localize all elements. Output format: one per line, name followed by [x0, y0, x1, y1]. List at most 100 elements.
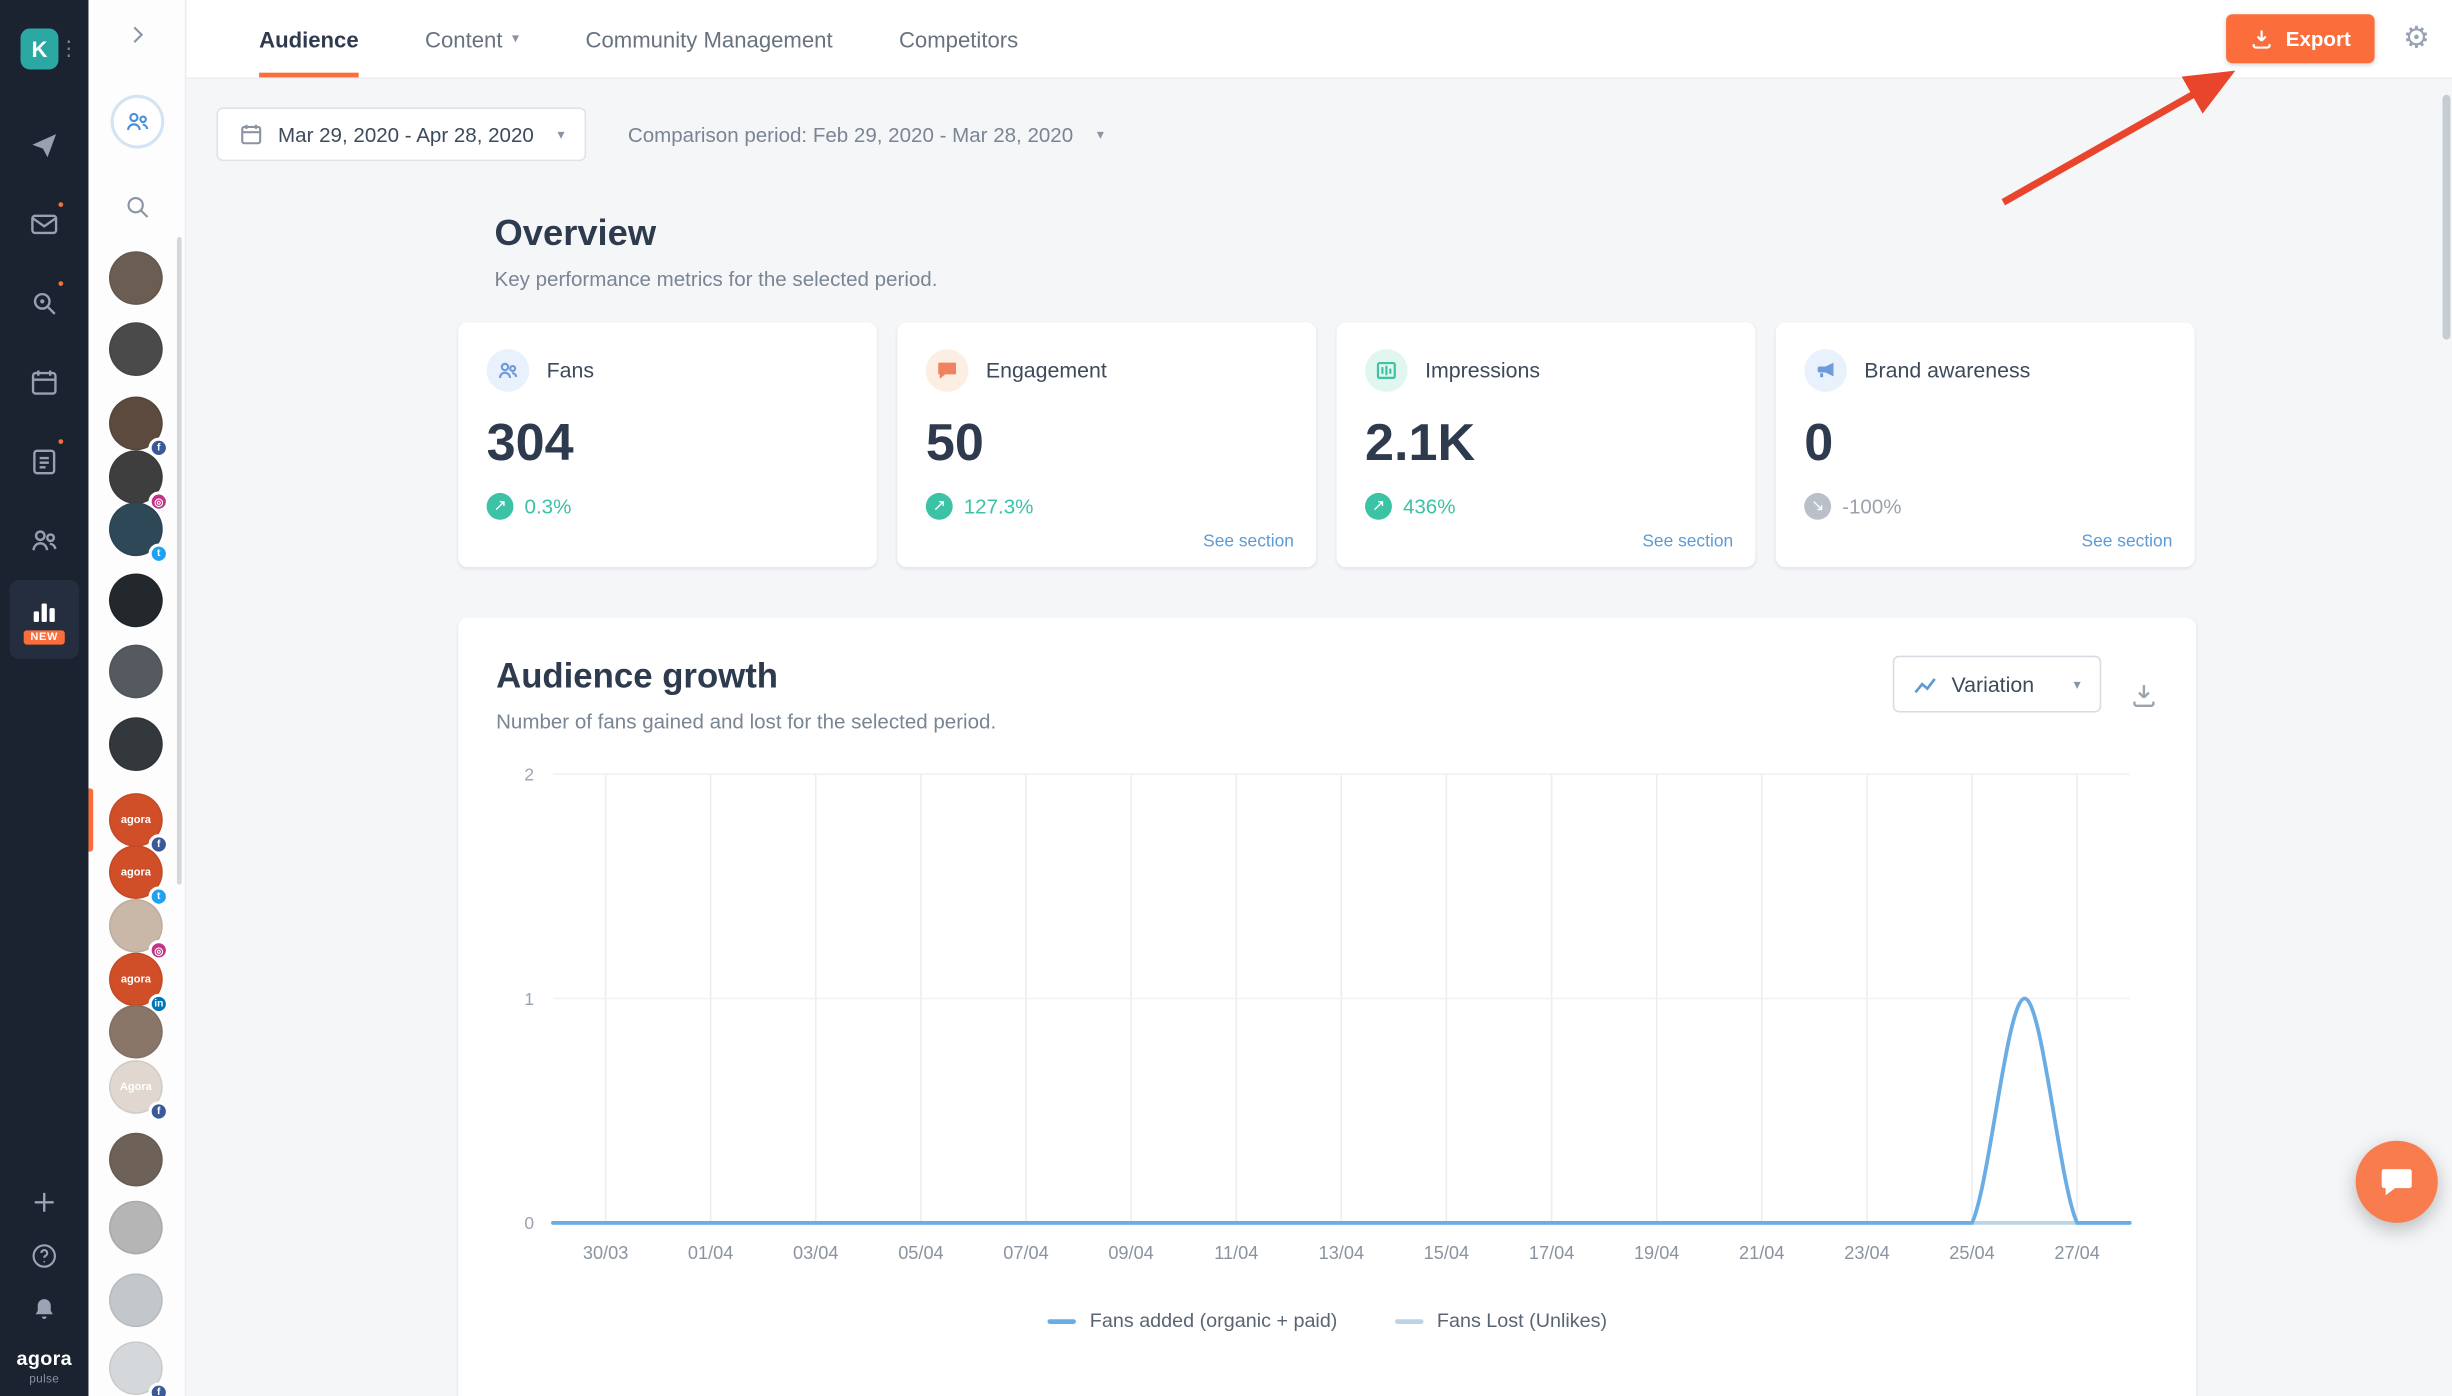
page-scroll-area: Mar 29, 2020 - Apr 28, 2020 ▾ Comparison… — [186, 79, 2452, 1396]
impressions-icon — [1365, 349, 1408, 392]
variation-dropdown[interactable]: Variation ▾ — [1893, 656, 2101, 713]
profile-avatar[interactable]: ◎ — [109, 450, 166, 507]
sidebar-item-calendar[interactable] — [9, 343, 79, 422]
metric-value: 2.1K — [1365, 412, 1727, 472]
metric-value: 50 — [926, 412, 1288, 472]
legend-swatch — [1394, 1318, 1422, 1323]
workspace-header: K ⋮ — [0, 0, 88, 71]
sidebar-item-listening[interactable] — [9, 264, 79, 343]
svg-text:2: 2 — [524, 764, 534, 784]
audience-growth-header: Audience growth Number of fans gained an… — [496, 656, 2158, 733]
see-section-link[interactable]: See section — [1642, 532, 1733, 551]
card-header: Impressions — [1365, 349, 1727, 392]
help-icon[interactable] — [30, 1242, 58, 1270]
tab-audience[interactable]: Audience — [259, 0, 359, 77]
profile-avatar[interactable] — [109, 1201, 166, 1258]
profile-avatar[interactable]: f — [109, 397, 166, 454]
trend-up-icon: ↗ — [926, 493, 953, 520]
audience-growth-title: Audience growth — [496, 656, 996, 697]
svg-text:13/04: 13/04 — [1319, 1243, 1364, 1263]
sidebar-item-inbox[interactable] — [9, 185, 79, 264]
see-section-link[interactable]: See section — [2082, 532, 2173, 551]
add-icon[interactable] — [30, 1188, 58, 1216]
profile-avatar[interactable]: agorat — [109, 845, 166, 902]
settings-gear-icon[interactable]: ⚙ — [2403, 24, 2430, 54]
audience-growth-chart: 30/0301/0403/0405/0407/0409/0411/0413/04… — [496, 758, 2158, 1283]
legend-item[interactable]: Fans added (organic + paid) — [1047, 1310, 1337, 1332]
svg-text:19/04: 19/04 — [1634, 1243, 1679, 1263]
profile-search-icon[interactable] — [88, 193, 186, 221]
export-button[interactable]: Export — [2226, 14, 2375, 63]
profile-avatar[interactable] — [109, 717, 166, 774]
notification-dot — [55, 278, 66, 289]
card-header: Brand awareness — [1804, 349, 2166, 392]
metric-label: Brand awareness — [1864, 359, 2030, 383]
svg-text:03/04: 03/04 — [793, 1243, 838, 1263]
metric-delta: ↗436% — [1365, 493, 1727, 520]
profile-avatar[interactable] — [109, 251, 166, 308]
svg-text:05/04: 05/04 — [898, 1243, 943, 1263]
avatar — [109, 717, 163, 771]
profile-avatar[interactable]: agoraf — [109, 793, 166, 850]
profile-avatar[interactable]: agorain — [109, 953, 166, 1010]
profile-avatar[interactable] — [109, 322, 166, 379]
profile-avatar[interactable]: f — [109, 1341, 166, 1396]
avatar — [109, 645, 163, 699]
svg-text:01/04: 01/04 — [688, 1243, 733, 1263]
profile-avatar[interactable] — [109, 574, 166, 631]
download-icon — [2249, 27, 2273, 51]
svg-text:17/04: 17/04 — [1529, 1243, 1574, 1263]
sidebar-item-fans[interactable] — [9, 501, 79, 580]
organization-button[interactable] — [111, 95, 165, 149]
sidebar-item-stats[interactable]: NEW — [9, 580, 79, 659]
workspace-avatar[interactable]: K — [21, 28, 59, 69]
date-range-picker[interactable]: Mar 29, 2020 - Apr 28, 2020 ▾ — [216, 107, 586, 161]
tab-community-management[interactable]: Community Management — [586, 0, 833, 77]
avatar — [109, 574, 163, 628]
primary-sidebar-items: NEW — [9, 106, 79, 659]
legend-swatch — [1047, 1318, 1075, 1323]
page-scrollbar-thumb[interactable] — [2443, 95, 2451, 340]
profile-avatar[interactable]: ◎ — [109, 899, 166, 956]
svg-text:15/04: 15/04 — [1424, 1243, 1469, 1263]
profile-avatar[interactable] — [109, 645, 166, 702]
profile-avatar[interactable] — [109, 1133, 166, 1190]
download-chart-icon[interactable] — [2130, 680, 2158, 708]
main-tabs: Audience Content▾ Community Management Comp… — [259, 0, 1018, 77]
metric-card-brand-awareness: Brand awareness0↘-100%See section — [1776, 322, 2195, 567]
avatar — [109, 322, 163, 376]
facebook-badge-icon: f — [149, 1101, 170, 1122]
see-section-link[interactable]: See section — [1203, 532, 1294, 551]
overview-title: Overview — [495, 212, 2197, 255]
bell-icon[interactable] — [30, 1296, 58, 1324]
primary-sidebar-bottom: agora pulse — [17, 1188, 72, 1396]
more-options-icon[interactable]: ⋮ — [58, 38, 79, 59]
metric-delta: ↗0.3% — [487, 493, 849, 520]
metric-card-fans: Fans304↗0.3% — [458, 322, 877, 567]
legend-item[interactable]: Fans Lost (Unlikes) — [1394, 1310, 1607, 1332]
chart-mini-icon — [1914, 672, 1938, 696]
chat-widget-button[interactable] — [2356, 1141, 2438, 1223]
trend-up-icon: ↗ — [1365, 493, 1392, 520]
profile-avatar[interactable]: Agoraf — [109, 1060, 166, 1117]
metric-label: Engagement — [986, 359, 1107, 383]
expand-sidebar-icon[interactable] — [88, 22, 186, 47]
profile-avatar[interactable] — [109, 1005, 166, 1062]
chat-icon — [2378, 1163, 2416, 1201]
svg-text:11/04: 11/04 — [1214, 1243, 1258, 1263]
dashboard-column: Overview Key performance metrics for the… — [458, 212, 2196, 1396]
tab-competitors[interactable]: Competitors — [899, 0, 1018, 77]
comparison-period-selector[interactable]: Comparison period: Feb 29, 2020 - Mar 28… — [628, 122, 1104, 146]
profile-avatar[interactable] — [109, 1273, 166, 1330]
logo-subtext: pulse — [17, 1372, 72, 1384]
reports-icon — [28, 446, 60, 478]
brand-awareness-icon — [1804, 349, 1847, 392]
sidebar-item-reports[interactable] — [9, 422, 79, 501]
audience-growth-section: Audience growth Number of fans gained an… — [458, 618, 2196, 1396]
twitter-badge-icon: t — [149, 543, 170, 564]
profile-avatar[interactable]: t — [109, 502, 166, 559]
tab-content[interactable]: Content▾ — [425, 0, 519, 77]
top-navigation: Audience Content▾ Community Management Comp… — [186, 0, 2452, 79]
sidebar-item-publishing[interactable] — [9, 106, 79, 185]
profiles-scrollbar-thumb[interactable] — [177, 237, 182, 885]
